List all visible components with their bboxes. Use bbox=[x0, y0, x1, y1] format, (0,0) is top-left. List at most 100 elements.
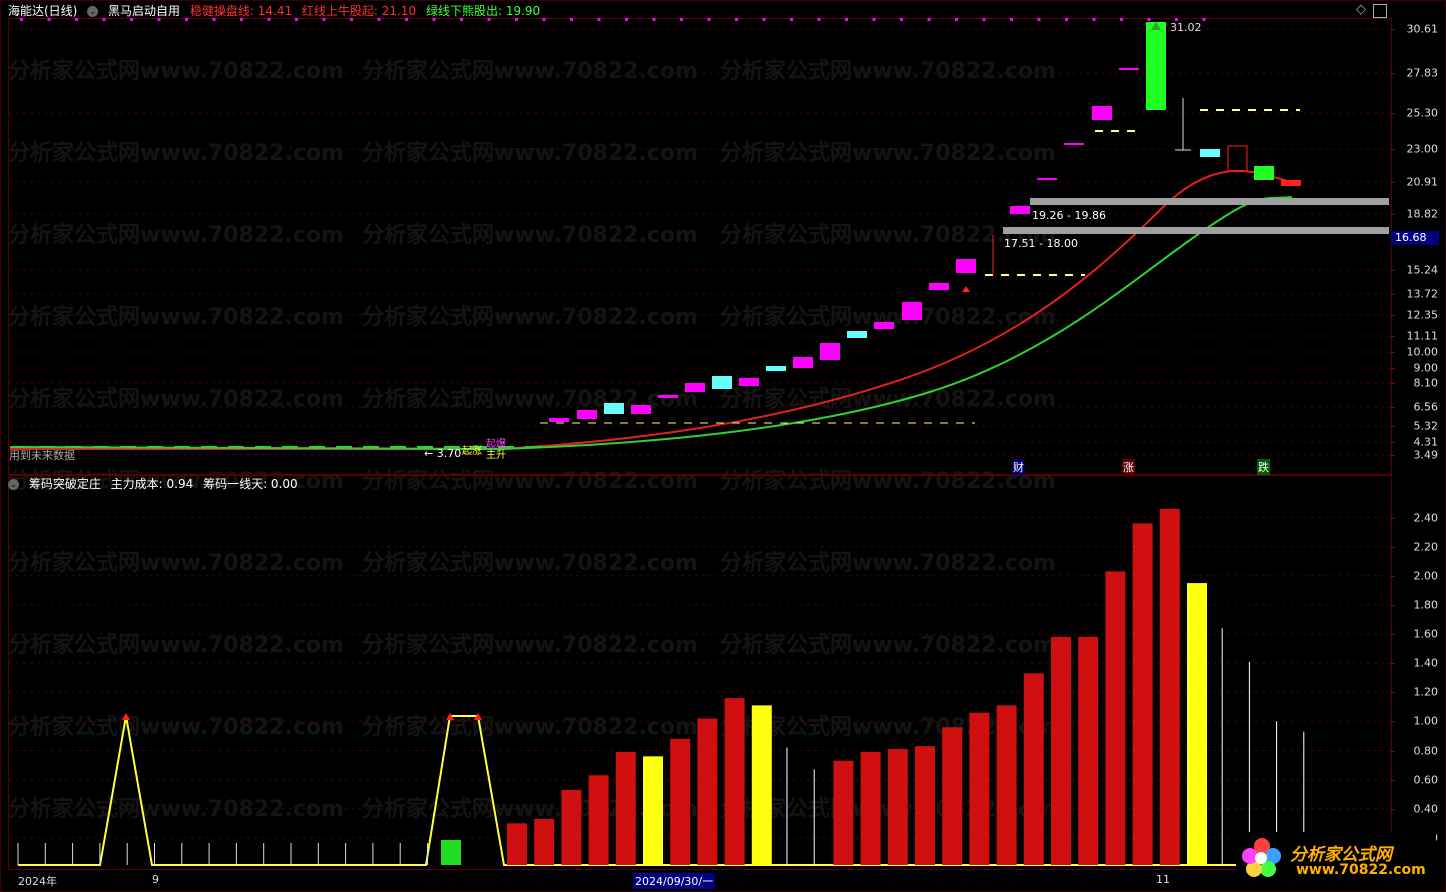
y-tick-mark bbox=[1390, 149, 1395, 150]
volume-bar bbox=[887, 749, 908, 865]
y-tick-label: 1.80 bbox=[1413, 598, 1439, 612]
y-tick-label: 5.32 bbox=[1413, 419, 1439, 433]
top-marker-dot bbox=[1202, 18, 1206, 21]
y-tick-mark bbox=[1390, 779, 1395, 781]
volume-bar bbox=[643, 756, 663, 865]
y-tick-mark bbox=[1390, 270, 1395, 271]
volume-bar bbox=[860, 751, 881, 865]
y-tick-mark bbox=[1390, 73, 1395, 74]
top-marker-dot bbox=[707, 18, 711, 21]
zone-label-1: 19.26 - 19.86 bbox=[1032, 209, 1106, 222]
candle bbox=[549, 418, 569, 422]
candle-flat bbox=[228, 446, 244, 448]
top-marker-dot bbox=[955, 18, 958, 21]
top-marker-dot bbox=[212, 18, 216, 21]
y-tick-label: 8.10 bbox=[1413, 376, 1439, 390]
candle bbox=[847, 331, 867, 338]
top-marker-dot bbox=[845, 18, 848, 21]
y-tick-label: 18.82 bbox=[1406, 207, 1439, 221]
event-badge-cai[interactable]: 财 bbox=[1012, 459, 1025, 475]
y-tick-label: 1.60 bbox=[1413, 627, 1439, 641]
top-marker-dot bbox=[130, 18, 133, 21]
x-label-cursor-date[interactable]: 2024/09/30/一 bbox=[633, 873, 716, 889]
event-badge-zhang[interactable]: 涨 bbox=[1122, 459, 1135, 475]
top-marker-dot bbox=[432, 18, 436, 21]
candle bbox=[793, 357, 813, 368]
signal-arrow bbox=[122, 713, 130, 720]
y-tick-label: 1.20 bbox=[1413, 685, 1439, 699]
event-badge-die[interactable]: 跌 bbox=[1257, 459, 1270, 475]
top-marker-dot bbox=[185, 18, 188, 21]
y-tick-mark bbox=[1390, 750, 1395, 752]
candle bbox=[658, 395, 678, 398]
y-tick-mark bbox=[1390, 721, 1395, 723]
volume-bar bbox=[670, 738, 691, 865]
volume-bar bbox=[561, 789, 582, 865]
top-marker-dot bbox=[900, 18, 903, 21]
volume-bar bbox=[1132, 523, 1153, 865]
resistance-zone-2 bbox=[1003, 227, 1389, 234]
indicator-axis[interactable]: 2.40 2.20 2.00 1.80 1.60 1.40 1.20 1.00 0.80 0.60… bbox=[1390, 475, 1444, 868]
candle-limit-down bbox=[1146, 22, 1166, 110]
high-price-label: 31.02 bbox=[1170, 21, 1202, 34]
top-marker-dot bbox=[240, 18, 243, 21]
top-marker-dot bbox=[1037, 18, 1041, 21]
top-marker-dot bbox=[1010, 18, 1013, 21]
y-tick-mark bbox=[1390, 315, 1395, 316]
y-tick-mark bbox=[1390, 368, 1395, 369]
candle bbox=[956, 259, 976, 273]
y-tick-mark bbox=[1390, 294, 1395, 295]
candle bbox=[1281, 180, 1301, 186]
candle bbox=[712, 376, 732, 389]
top-marker-dot bbox=[47, 18, 51, 21]
y-tick-mark bbox=[1390, 692, 1395, 694]
candle-flat bbox=[309, 446, 325, 448]
top-marker-dot bbox=[405, 18, 408, 21]
volume-bar bbox=[1078, 636, 1099, 865]
top-marker-dot bbox=[157, 18, 161, 21]
top-marker-dot bbox=[75, 18, 78, 21]
top-marker-dot bbox=[597, 18, 601, 21]
up-arrow-marker bbox=[962, 286, 970, 292]
y-tick-label: 2.00 bbox=[1413, 569, 1439, 583]
candle-flat bbox=[255, 446, 271, 448]
y-tick-mark bbox=[1390, 808, 1395, 810]
y-tick-mark bbox=[1390, 352, 1395, 353]
y-tick-label: 3.49 bbox=[1413, 448, 1439, 462]
volume-bar bbox=[1105, 571, 1126, 865]
candle bbox=[1064, 143, 1084, 145]
y-tick-label: 11.11 bbox=[1406, 329, 1439, 343]
y-tick-mark bbox=[1390, 29, 1395, 30]
candle-flat bbox=[363, 446, 379, 448]
candle-flat bbox=[525, 446, 541, 448]
candle bbox=[1200, 149, 1220, 157]
y-tick-mark bbox=[1390, 604, 1395, 606]
volume-bar bbox=[751, 705, 772, 865]
y-tick-mark bbox=[1390, 575, 1395, 577]
top-marker-dot bbox=[1147, 18, 1151, 21]
top-marker-dot bbox=[377, 18, 381, 21]
volume-bar bbox=[1159, 508, 1180, 865]
top-marker-dot bbox=[570, 18, 573, 21]
top-marker-dot bbox=[350, 18, 353, 21]
candle bbox=[929, 283, 949, 290]
y-tick-mark bbox=[1390, 546, 1395, 548]
candle bbox=[685, 383, 705, 392]
candle bbox=[631, 405, 651, 414]
y-tick-label: 6.56 bbox=[1413, 400, 1439, 414]
x-label-month-11: 11 bbox=[1156, 873, 1170, 886]
top-marker-dot bbox=[515, 18, 518, 21]
candle-hollow bbox=[1227, 145, 1248, 172]
candle-flat bbox=[201, 446, 217, 448]
y-tick-mark bbox=[1390, 442, 1395, 443]
annotation-qibao: 起爆 bbox=[486, 439, 506, 450]
y-tick-label: 13.72 bbox=[1406, 287, 1439, 301]
y-tick-mark bbox=[1390, 407, 1395, 408]
y-tick-label: 0.60 bbox=[1413, 773, 1439, 787]
candle bbox=[820, 343, 840, 360]
candle bbox=[739, 378, 759, 386]
candle bbox=[902, 302, 922, 320]
annotation-qizhang: 起涨 bbox=[462, 446, 482, 457]
price-axis[interactable]: 30.61 27.83 25.30 23.00 20.91 18.82 15.24 13.72… bbox=[1390, 18, 1444, 473]
y-tick-label: 1.00 bbox=[1413, 714, 1439, 728]
